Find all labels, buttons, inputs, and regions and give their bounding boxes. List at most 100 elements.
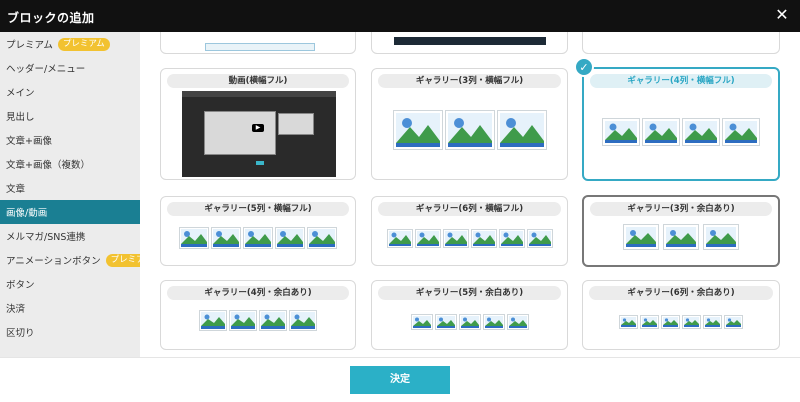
sidebar-item-payment[interactable]: 決済 xyxy=(0,296,140,320)
landscape-image-icon xyxy=(640,315,659,329)
block-card-title: ギャラリー(4列・余白あり) xyxy=(167,286,349,300)
sidebar-item-label: プレミアム xyxy=(6,40,53,51)
sidebar-item-text[interactable]: 文章 xyxy=(0,176,140,200)
video-preview-toolbar xyxy=(182,91,336,97)
landscape-image-icon xyxy=(229,310,257,331)
gallery-preview xyxy=(584,118,778,146)
block-card-partial-1[interactable] xyxy=(160,32,356,54)
block-card-gallery5-full[interactable]: ギャラリー(5列・横幅フル) xyxy=(160,196,356,266)
gallery-preview xyxy=(372,229,567,248)
landscape-image-icon xyxy=(470,229,497,248)
sidebar-item-label: 文章+画像 xyxy=(6,136,52,147)
landscape-image-icon xyxy=(619,315,638,329)
sidebar-item-text-image-multi[interactable]: 文章+画像（複数） xyxy=(0,152,140,176)
image-thumbnail xyxy=(205,43,315,51)
landscape-image-icon xyxy=(661,315,680,329)
dialog-footer: 決定 xyxy=(0,357,800,402)
sidebar-item-animation-button[interactable]: アニメーションボタン プレミアム xyxy=(0,248,158,272)
landscape-image-icon xyxy=(199,310,227,331)
block-card-title: 動画(横幅フル) xyxy=(167,74,349,88)
block-card-title: ギャラリー(4列・横幅フル) xyxy=(590,74,772,88)
block-card-video-full[interactable]: 動画(横幅フル) ▶ xyxy=(160,68,356,180)
sidebar-item-text-image[interactable]: 文章+画像 xyxy=(0,128,140,152)
sidebar-item-header-menu[interactable]: ヘッダー/メニュー xyxy=(0,56,140,80)
dialog-titlebar: ブロックの追加 ✕ xyxy=(0,0,800,32)
gallery-preview xyxy=(161,310,355,331)
sidebar-item-label: 区切り xyxy=(6,328,35,339)
landscape-image-icon xyxy=(458,314,481,330)
landscape-image-icon xyxy=(724,315,743,329)
landscape-image-icon xyxy=(703,224,739,250)
video-preview-window xyxy=(204,111,276,155)
landscape-image-icon xyxy=(526,229,553,248)
sidebar-item-label: 文章 xyxy=(6,184,26,195)
sidebar-item-label: 決済 xyxy=(6,304,26,315)
block-card-gallery6-margin[interactable]: ギャラリー(6列・余白あり) xyxy=(582,280,780,350)
sidebar-item-label: 文章+画像（複数） xyxy=(6,160,90,171)
landscape-image-icon xyxy=(243,227,273,249)
block-card-partial-3[interactable] xyxy=(582,32,780,54)
category-sidebar: プレミアム プレミアム ヘッダー/メニュー メイン 見出し 文章+画像 文章+画… xyxy=(0,32,158,357)
block-grid: 動画(横幅フル) ▶ ギャラリー(3列・横幅フル) ギャラリー(4列・横幅フル)… xyxy=(140,32,800,357)
gallery-preview xyxy=(583,315,779,329)
block-card-gallery4-margin[interactable]: ギャラリー(4列・余白あり) xyxy=(160,280,356,350)
block-card-title: ギャラリー(6列・余白あり) xyxy=(589,286,773,300)
sidebar-item-mailmag-sns[interactable]: メルマガ/SNS連携 xyxy=(0,224,140,248)
gallery-preview xyxy=(161,227,355,249)
sidebar-item-label: メルマガ/SNS連携 xyxy=(6,232,86,243)
video-preview: ▶ xyxy=(182,91,336,177)
landscape-image-icon xyxy=(259,310,287,331)
sidebar-item-label: メイン xyxy=(6,88,35,99)
landscape-image-icon xyxy=(682,315,701,329)
block-card-gallery3-full[interactable]: ギャラリー(3列・横幅フル) xyxy=(371,68,568,180)
block-card-partial-2[interactable] xyxy=(371,32,568,54)
landscape-image-icon xyxy=(410,314,433,330)
sidebar-item-label: ボタン xyxy=(6,280,35,291)
image-thumbnail xyxy=(394,37,546,45)
landscape-image-icon xyxy=(289,310,317,331)
landscape-image-icon xyxy=(444,110,495,150)
block-card-gallery6-full[interactable]: ギャラリー(6列・横幅フル) xyxy=(371,196,568,266)
play-icon: ▶ xyxy=(252,124,264,132)
sidebar-item-main[interactable]: メイン xyxy=(0,80,140,104)
block-card-gallery3-margin[interactable]: ギャラリー(3列・余白あり) xyxy=(582,195,780,267)
gallery-preview xyxy=(584,224,778,250)
video-preview-window xyxy=(278,113,314,135)
landscape-image-icon xyxy=(506,314,529,330)
close-icon[interactable]: ✕ xyxy=(774,6,790,24)
landscape-image-icon xyxy=(496,110,547,150)
block-card-title: ギャラリー(3列・横幅フル) xyxy=(378,74,561,88)
check-icon: ✓ xyxy=(574,57,594,77)
landscape-image-icon xyxy=(642,118,680,146)
sidebar-item-label: アニメーションボタン xyxy=(6,256,101,267)
sidebar-item-divider[interactable]: 区切り xyxy=(0,320,140,344)
sidebar-item-label: 画像/動画 xyxy=(6,208,48,219)
block-card-title: ギャラリー(5列・横幅フル) xyxy=(167,202,349,216)
gallery-preview xyxy=(372,110,567,150)
landscape-image-icon xyxy=(722,118,760,146)
sidebar-item-image-video[interactable]: 画像/動画 xyxy=(0,200,140,224)
premium-badge: プレミアム xyxy=(57,37,110,51)
block-card-title: ギャラリー(3列・余白あり) xyxy=(590,202,772,216)
decide-button[interactable]: 決定 xyxy=(350,366,450,394)
landscape-image-icon xyxy=(623,224,659,250)
sidebar-item-button[interactable]: ボタン xyxy=(0,272,140,296)
landscape-image-icon xyxy=(498,229,525,248)
block-card-gallery5-margin[interactable]: ギャラリー(5列・余白あり) xyxy=(371,280,568,350)
landscape-image-icon xyxy=(386,229,413,248)
landscape-image-icon xyxy=(275,227,305,249)
landscape-image-icon xyxy=(442,229,469,248)
block-card-gallery4-full[interactable]: ギャラリー(4列・横幅フル) xyxy=(582,67,780,181)
landscape-image-icon xyxy=(414,229,441,248)
dialog-title: ブロックの追加 xyxy=(7,11,95,25)
landscape-image-icon xyxy=(663,224,699,250)
sidebar-item-heading[interactable]: 見出し xyxy=(0,104,140,128)
landscape-image-icon xyxy=(703,315,722,329)
gallery-preview xyxy=(372,314,567,330)
video-preview-cta xyxy=(256,161,264,165)
landscape-image-icon xyxy=(482,314,505,330)
landscape-image-icon xyxy=(179,227,209,249)
landscape-image-icon xyxy=(434,314,457,330)
landscape-image-icon xyxy=(307,227,337,249)
sidebar-item-premium[interactable]: プレミアム プレミアム xyxy=(0,32,140,56)
